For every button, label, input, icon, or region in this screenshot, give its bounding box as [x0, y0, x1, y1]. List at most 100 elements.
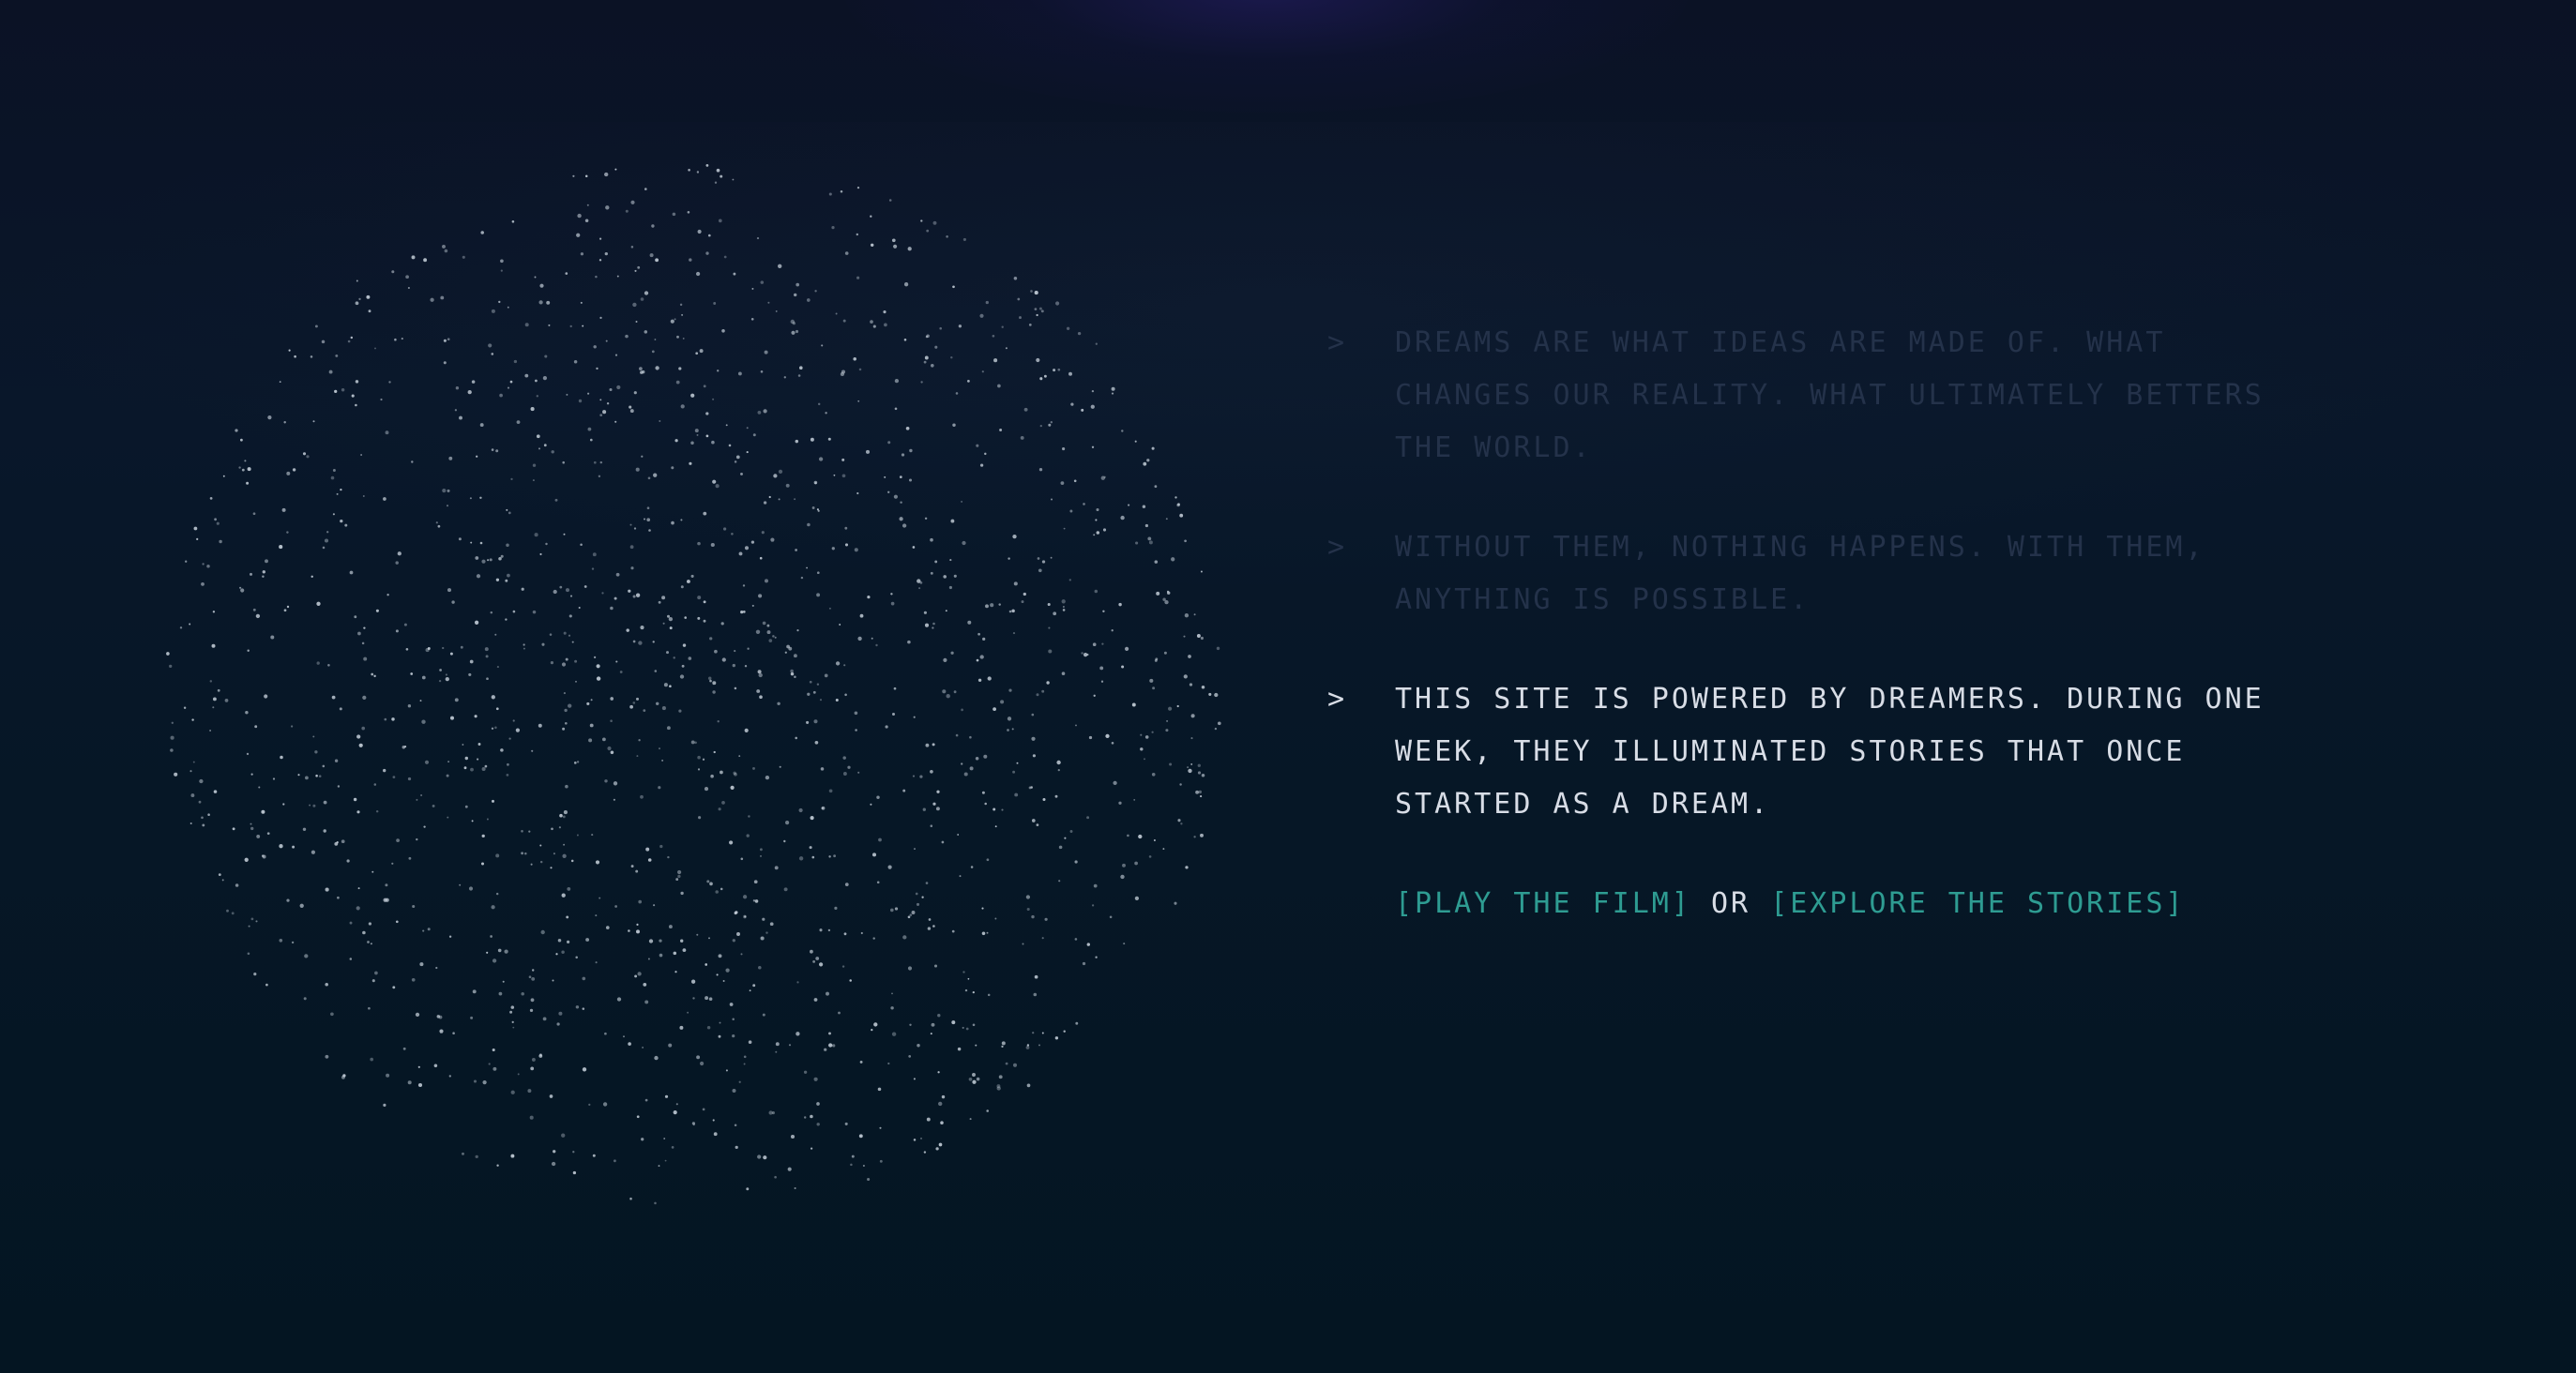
sphere-particle [795, 736, 797, 740]
sphere-particle [777, 702, 780, 706]
sphere-particle [1031, 914, 1035, 919]
sphere-particle [448, 935, 452, 938]
sphere-particle [1190, 714, 1195, 718]
sphere-particle [385, 430, 389, 435]
sphere-particle [549, 633, 553, 636]
sphere-particle [495, 578, 500, 581]
sphere-particle [720, 622, 724, 626]
explore-stories-link[interactable]: [EXPLORE THE STORIES] [1770, 887, 2185, 920]
sphere-particle [871, 852, 877, 857]
dream-particle-sphere[interactable] [131, 141, 1257, 1266]
sphere-particle [831, 547, 835, 551]
paragraph-text: WITHOUT THEM, NOTHING HAPPENS. WITH THEM… [1395, 531, 2205, 616]
sphere-particle [872, 324, 876, 328]
sphere-particle [716, 973, 719, 976]
sphere-particle [806, 566, 809, 569]
sphere-particle [459, 415, 462, 420]
sphere-particle [573, 762, 577, 764]
sphere-particle [504, 949, 508, 954]
sphere-particle [507, 573, 510, 578]
sphere-particle [891, 712, 896, 717]
sphere-particle [738, 551, 743, 556]
sphere-particle [323, 829, 326, 833]
sphere-particle [996, 1086, 1001, 1091]
sphere-particle [844, 693, 847, 697]
sphere-particle [614, 905, 617, 908]
sphere-particle [592, 1154, 596, 1157]
sphere-particle [648, 529, 651, 532]
sphere-particle [658, 600, 661, 604]
sphere-particle [262, 570, 265, 574]
sphere-particle [224, 699, 229, 702]
sphere-particle [1001, 808, 1004, 811]
sphere-particle [1058, 880, 1061, 883]
sphere-particle [1168, 706, 1173, 711]
sphere-particle [743, 1055, 747, 1059]
sphere-particle [371, 672, 374, 676]
sphere-particle [580, 543, 583, 546]
sphere-particle [928, 918, 932, 921]
sphere-particle [386, 594, 389, 596]
sphere-particle [217, 688, 220, 692]
sphere-particle [183, 706, 187, 710]
sphere-particle [1043, 374, 1047, 378]
sphere-particle [1144, 735, 1149, 739]
sphere-particle [632, 702, 636, 704]
sphere-particle [1020, 435, 1024, 440]
sphere-particle [509, 1010, 513, 1014]
play-film-link[interactable]: [PLAY THE FILM] [1395, 887, 1691, 920]
sphere-particle [926, 1117, 931, 1122]
sphere-particle [744, 665, 748, 668]
sphere-particle [1007, 729, 1009, 732]
sphere-particle [638, 739, 641, 742]
sphere-particle [305, 776, 309, 780]
sphere-particle [356, 279, 358, 282]
sphere-particle [732, 1018, 735, 1020]
sphere-particle [661, 596, 666, 600]
sphere-particle [663, 683, 668, 687]
sphere-particle [527, 1089, 532, 1094]
sphere-particle [814, 290, 817, 293]
sphere-particle [1120, 515, 1125, 521]
sphere-particle [961, 762, 963, 765]
sphere-particle [1109, 915, 1113, 919]
sphere-particle [806, 298, 811, 302]
sphere-particle [505, 618, 508, 621]
sphere-particle [990, 603, 994, 608]
sphere-particle [785, 483, 790, 488]
sphere-particle [908, 1055, 912, 1058]
sphere-particle [599, 316, 602, 320]
sphere-particle [1025, 895, 1031, 899]
sphere-particle [767, 301, 770, 304]
sphere-particle [458, 537, 462, 541]
sphere-particle [870, 803, 872, 806]
sphere-particle [1075, 1021, 1079, 1025]
sphere-particle [719, 1021, 721, 1024]
sphere-particle [671, 521, 674, 525]
sphere-particle [962, 237, 966, 241]
sphere-particle [876, 881, 880, 884]
sphere-particle [535, 379, 538, 383]
sphere-particle [595, 961, 598, 964]
sphere-particle [464, 805, 468, 808]
sphere-particle [951, 1020, 956, 1025]
sphere-particle [696, 1055, 701, 1060]
sphere-particle [659, 747, 660, 750]
sphere-particle [596, 367, 599, 370]
sphere-particle [711, 440, 715, 445]
sphere-particle [610, 606, 614, 611]
sphere-particle [235, 883, 239, 887]
sphere-particle [380, 398, 383, 401]
sphere-particle [340, 519, 343, 523]
sphere-particle [507, 306, 509, 309]
sphere-particle [1127, 834, 1129, 837]
sphere-particle [735, 455, 740, 460]
sphere-particle [758, 672, 763, 678]
sphere-particle [604, 1032, 607, 1035]
sphere-particle [565, 784, 568, 789]
sphere-particle [607, 746, 612, 751]
sphere-particle [679, 1025, 684, 1030]
sphere-particle [1051, 498, 1053, 501]
sphere-particle [1047, 602, 1051, 607]
sphere-particle [764, 350, 768, 355]
